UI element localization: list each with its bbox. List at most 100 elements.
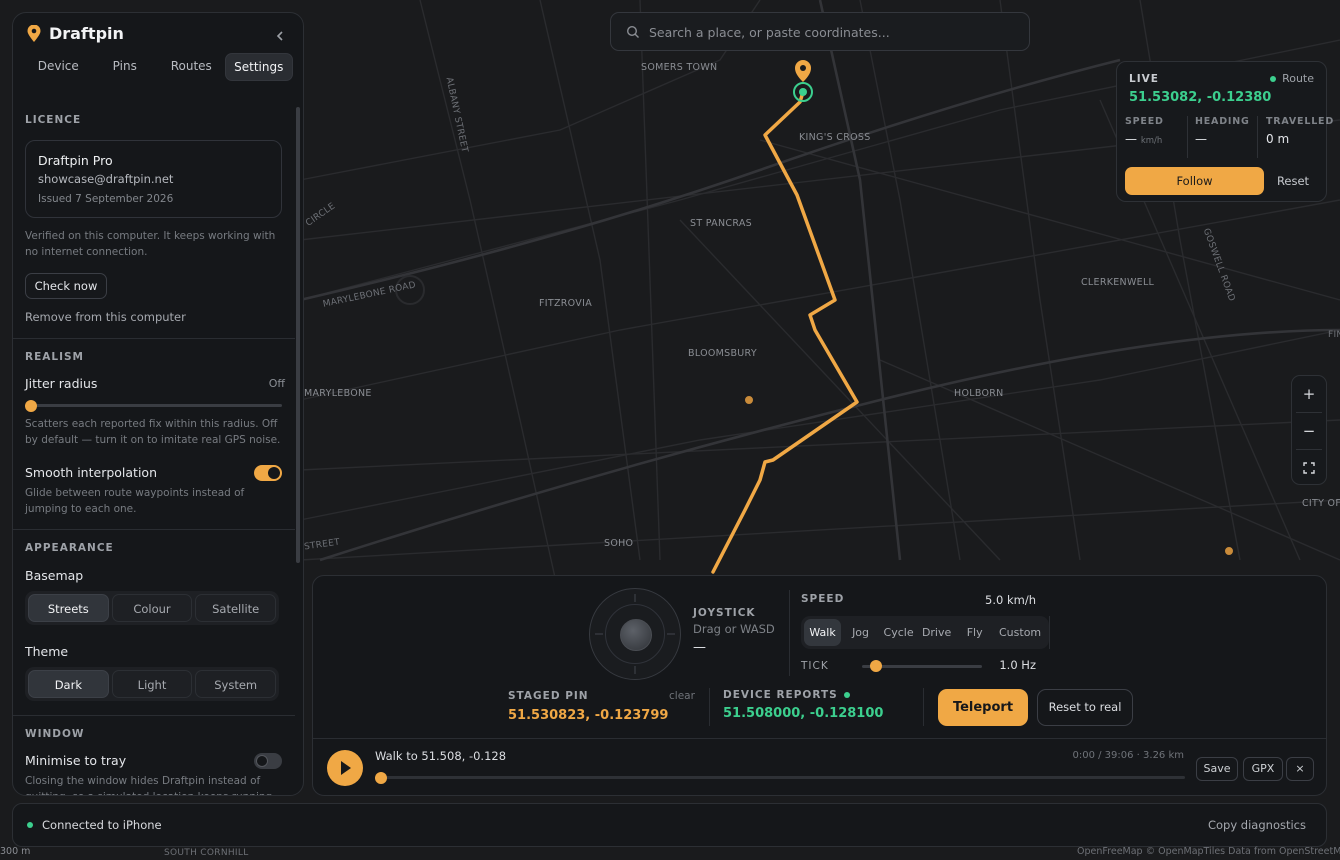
section-title-realism: REALISM [25,351,84,363]
map-attribution[interactable]: OpenFreeMap © OpenMapTiles Data from Ope… [1077,846,1340,857]
follow-button[interactable]: Follow [1125,167,1264,195]
theme-option-light[interactable]: Light [111,670,193,698]
live-card: LIVE Route 51.53082, -0.12380 SPEED — km… [1116,61,1333,202]
divider [923,688,924,726]
joystick[interactable] [589,588,681,680]
live-travelled-value: 0 m [1266,132,1290,146]
status-dot-icon [1270,75,1277,82]
live-speed-unit: km/h [1140,136,1163,146]
map-label: FITZROVIA [539,298,592,309]
reset-to-real-button[interactable]: Reset to real [1037,689,1133,726]
smooth-interpolation-note: Glide between route waypoints instead of… [25,487,245,515]
divider [313,738,1326,739]
connected-dot-icon [27,822,33,828]
staged-pin-label: STAGED PIN [508,690,589,702]
tab-device[interactable]: Device [25,53,92,81]
map-label: MARYLEBONE [304,388,372,399]
theme-selector: Dark Light System [25,667,279,701]
save-route-button[interactable]: Save [1196,757,1238,781]
gpx-export-button[interactable]: GPX [1243,757,1283,781]
zoom-in-button[interactable]: + [1292,376,1326,412]
divider [1187,116,1188,158]
theme-option-dark[interactable]: Dark [28,670,109,698]
tab-routes[interactable]: Routes [158,53,225,81]
theme-option-system[interactable]: System [195,670,277,698]
play-button[interactable] [327,750,363,786]
jitter-slider-knob[interactable] [25,400,37,412]
close-route-button[interactable]: × [1286,757,1314,781]
route-name: Walk to 51.508, -0.128 [375,749,507,763]
licence-note: Verified on this computer. It keeps work… [25,230,276,258]
speed-mode-drive[interactable]: Drive [918,619,955,646]
map-street-label: FIN [1328,330,1340,340]
app-name: Draftpin [49,24,124,43]
smooth-interpolation-label: Smooth interpolation [25,465,157,480]
remove-licence-link[interactable]: Remove from this computer [25,310,186,324]
map-label: ST PANCRAS [690,218,752,229]
joystick-label: JOYSTICK [693,607,756,619]
fullscreen-button[interactable] [1292,450,1326,486]
speed-mode-selector: Walk Jog Cycle Drive Fly Custom [801,616,1049,649]
divider [709,688,710,726]
collapse-sidebar-button[interactable] [271,27,289,45]
settings-panel: LICENCE Draftpin Pro showcase@draftpin.n… [13,95,303,795]
check-now-button[interactable]: Check now [25,273,107,299]
jitter-slider-track[interactable] [31,404,282,407]
playback-progress-track[interactable] [379,776,1185,779]
live-speed-value: — [1125,132,1137,146]
chevron-left-icon [276,31,283,41]
speed-mode-jog[interactable]: Jog [842,619,879,646]
basemap-option-satellite[interactable]: Satellite [195,594,277,622]
copy-diagnostics-button[interactable]: Copy diagnostics [1208,818,1306,832]
basemap-option-colour[interactable]: Colour [111,594,193,622]
joystick-knob[interactable] [620,619,652,651]
section-title-appearance: APPEARANCE [25,542,114,554]
map-label: CITY OF [1302,498,1340,509]
map-label: KING'S CROSS [799,132,871,143]
speed-mode-cycle[interactable]: Cycle [880,619,917,646]
map-label: BLOOMSBURY [688,348,757,359]
joystick-hint: Drag or WASD [693,622,775,636]
search-bar [610,12,1030,51]
search-input[interactable] [649,21,1019,43]
device-reports: DEVICE REPORTS [723,689,850,701]
sidebar-tabs: Device Pins Routes Settings [25,53,293,81]
status-dot-icon [843,692,850,698]
staged-pin-value: 51.530823, -0.123799 [508,708,669,723]
basemap-option-streets[interactable]: Streets [28,594,109,622]
speed-mode-walk[interactable]: Walk [804,619,842,646]
map-label: HOLBORN [954,388,1004,399]
speed-mode-fly[interactable]: Fly [956,619,993,646]
reset-button[interactable]: Reset [1267,167,1319,195]
speed-mode-custom[interactable]: Custom [994,619,1046,646]
minimise-to-tray-toggle[interactable] [254,753,282,769]
clear-staged-pin-link[interactable]: clear [669,690,695,702]
control-panel: JOYSTICK Drag or WASD — SPEED 5.0 km/h W… [312,575,1327,796]
minimise-to-tray-note: Closing the window hides Draftpin instea… [25,775,276,795]
live-title: LIVE [1129,73,1159,85]
live-travelled: TRAVELLED 0 m [1266,116,1334,158]
licence-card: Draftpin Pro showcase@draftpin.net Issue… [25,140,282,218]
jitter-label: Jitter radius [25,376,98,391]
section-title-window: WINDOW [25,728,85,740]
live-mode: Route [1270,72,1314,85]
section-title-licence: LICENCE [25,114,82,126]
divider [789,590,790,676]
live-coordinates: 51.53082, -0.12380 [1129,90,1272,105]
device-reports-value: 51.508000, -0.128100 [723,706,884,721]
teleport-button[interactable]: Teleport [938,689,1028,726]
fullscreen-icon [1303,462,1315,474]
status-bar: Connected to iPhone Copy diagnostics [12,803,1327,847]
tick-slider-knob[interactable] [870,660,883,672]
map-label: CLERKENWELL [1081,277,1155,288]
divider [1049,616,1050,649]
smooth-interpolation-toggle[interactable] [254,465,282,481]
tab-pins[interactable]: Pins [92,53,159,81]
tab-settings[interactable]: Settings [224,53,293,81]
playback-progress-knob[interactable] [375,772,387,784]
theme-label: Theme [25,644,69,659]
speed-label: SPEED [801,593,845,605]
route-meta: 0:00 / 39:06 · 3.26 km [1072,750,1184,761]
zoom-out-button[interactable]: − [1292,413,1326,449]
basemap-selector: Streets Colour Satellite [25,591,279,625]
